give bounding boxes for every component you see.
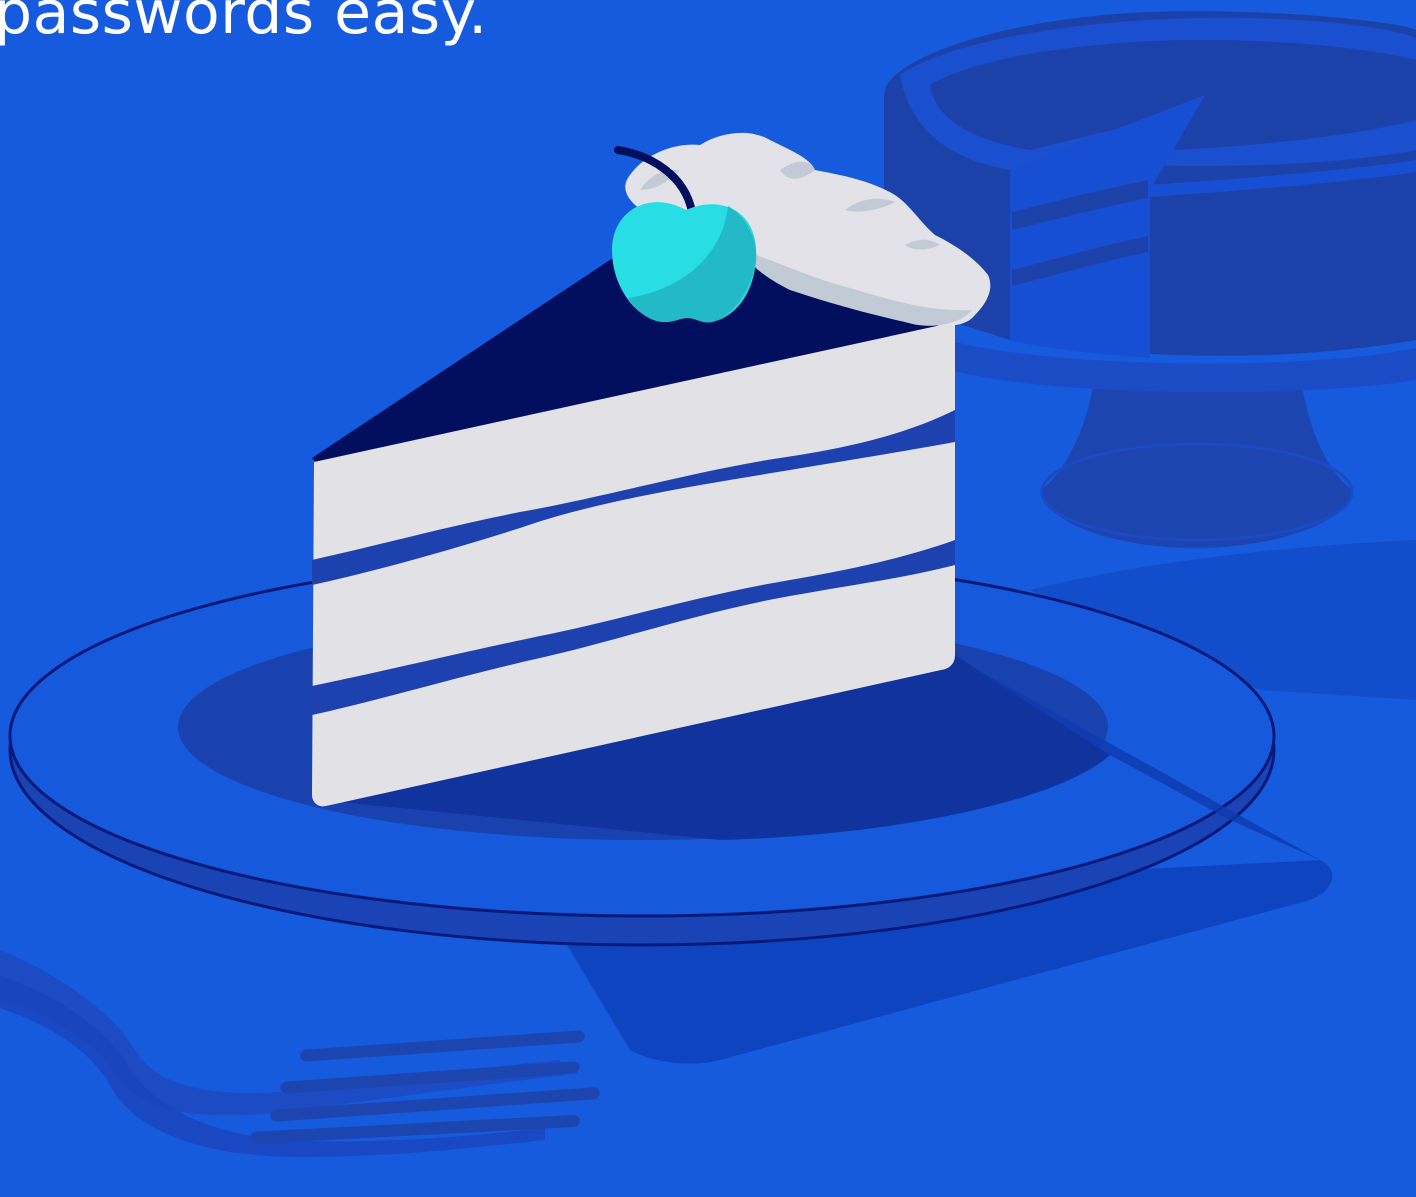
- fork-icon: [0, 950, 600, 1158]
- hero-headline: passwords easy.: [0, 0, 488, 48]
- hero-illustration: passwords easy.: [0, 0, 1416, 1197]
- illustration-canvas: [0, 11, 1416, 1158]
